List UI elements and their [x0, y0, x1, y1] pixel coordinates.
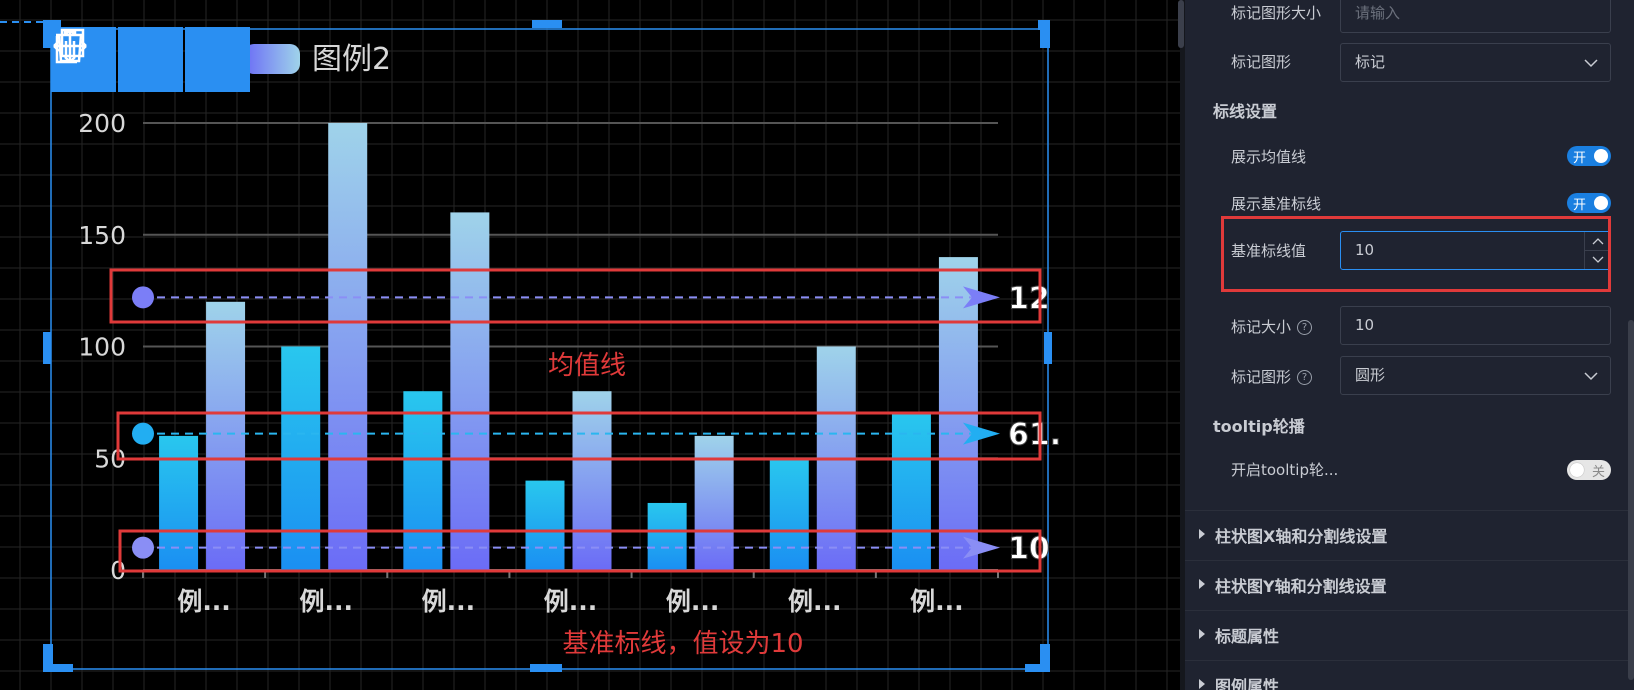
mark-shape-label: 标记图形: [1231, 368, 1292, 386]
chevron-down-icon: [1584, 372, 1598, 381]
collapse-y-axis[interactable]: 柱状图Y轴和分割线设置: [1185, 560, 1634, 608]
help-icon[interactable]: ?: [1297, 320, 1313, 335]
bar: [328, 123, 368, 570]
resize-handle: [1044, 332, 1052, 364]
mark-shape-value: 圆形: [1355, 366, 1386, 384]
markline-start-symbol: [132, 286, 154, 309]
legend-swatch: [244, 44, 300, 74]
bar: [450, 212, 490, 570]
show-avg-label: 展示均值线: [1231, 148, 1307, 166]
resize-handle: [1025, 664, 1050, 672]
x-tick-label: 例...: [299, 587, 353, 616]
x-tick-label: 例...: [666, 587, 720, 616]
collapse-label: 图例属性: [1215, 677, 1280, 690]
x-tick-label: 例...: [177, 587, 231, 616]
mark-size-input[interactable]: 10: [1340, 306, 1611, 345]
markline-value-label: 10: [1008, 532, 1050, 567]
resize-handle: [43, 332, 51, 364]
tooltip-enable-label: 开启tooltip轮...: [1231, 461, 1339, 479]
y-tick-label: 100: [78, 333, 126, 362]
show-base-label: 展示基准标线: [1231, 195, 1322, 213]
markline-start-symbol: [132, 422, 154, 445]
show-avg-toggle[interactable]: 开: [1567, 146, 1611, 166]
toggle-knob: [1570, 463, 1584, 477]
mark-size-label-wrap: 标记大小?: [1231, 316, 1313, 337]
resize-handle: [1040, 20, 1050, 48]
mark-shape-select[interactable]: 圆形: [1340, 356, 1611, 395]
mark-size-label: 标记大小: [1231, 318, 1292, 336]
markline-value-label: 61.: [1008, 418, 1061, 453]
caret-right-icon: [1199, 529, 1205, 539]
marker-shape-select[interactable]: 标记: [1340, 43, 1611, 82]
property-panel: 标记图形大小 请输入 标记图形 标记 标线设置 展示均值线 开 展示基准标线 开…: [1185, 0, 1634, 690]
delete-icon: [56, 29, 84, 63]
help-icon[interactable]: ?: [1297, 370, 1313, 385]
x-tick-label: 例...: [788, 587, 842, 616]
chevron-down-icon: [1584, 59, 1598, 68]
annotation-base-line: 基准标线，值设为10: [562, 629, 803, 659]
resize-handle: [532, 20, 562, 28]
marker-size-label: 标记图形大小: [1231, 4, 1322, 22]
x-tick-label: 例...: [544, 587, 598, 616]
resize-handle: [43, 664, 73, 672]
resize-handle: [530, 664, 562, 672]
component-toolbar: [51, 27, 250, 92]
bar: [525, 480, 565, 570]
x-tick-label: 例...: [910, 587, 964, 616]
toggle-off-text: 关: [1591, 465, 1605, 480]
markline-section-title: 标线设置: [1213, 102, 1278, 121]
bar: [403, 391, 443, 570]
collapse-legend[interactable]: 图例属性: [1185, 660, 1634, 690]
toggle-on-text: 开: [1573, 151, 1587, 166]
bar: [891, 413, 931, 570]
marker-shape-value: 标记: [1355, 53, 1386, 71]
highlight-base-value: [1221, 216, 1611, 292]
bar: [572, 391, 612, 570]
x-tick-label: 例...: [422, 587, 476, 616]
collapse-label: 柱状图Y轴和分割线设置: [1215, 577, 1387, 596]
collapse-x-axis[interactable]: 柱状图X轴和分割线设置: [1185, 510, 1634, 558]
canvas-area: 0 50 100 150 200 例... 例... 例... 例... 例... 例... 例...…: [0, 0, 1180, 690]
selection-frame: [50, 28, 1049, 670]
bar: [694, 435, 734, 570]
marker-size-input[interactable]: 请输入: [1340, 0, 1611, 33]
canvas-scrollbar-thumb[interactable]: [1178, 0, 1184, 48]
panel-scrollbar-thumb[interactable]: [1628, 320, 1634, 680]
annotation-avg-line: 均值线: [548, 351, 626, 381]
bar: [647, 502, 687, 570]
collapse-title[interactable]: 标题属性: [1185, 610, 1634, 658]
caret-right-icon: [1199, 679, 1205, 689]
bar-chart[interactable]: 050100150200例... 例... 例... 例... 例... 例... 例...…: [0, 0, 1180, 690]
y-tick-label: 150: [78, 221, 126, 250]
highlight-box: [109, 268, 1042, 324]
y-tick-label: 200: [78, 109, 126, 138]
toggle-knob: [1594, 149, 1608, 163]
mark-shape-label-wrap: 标记图形?: [1231, 366, 1313, 387]
show-base-toggle[interactable]: 开: [1567, 193, 1611, 213]
collapse-label: 柱状图X轴和分割线设置: [1215, 527, 1388, 546]
marker-shape-label: 标记图形: [1231, 53, 1292, 71]
collapse-label: 标题属性: [1215, 627, 1280, 646]
bar: [769, 458, 809, 570]
tooltip-enable-toggle[interactable]: 关: [1567, 460, 1611, 480]
bar: [159, 435, 199, 570]
markline-value-label: 12: [1008, 281, 1050, 316]
tooltip-section-title: tooltip轮播: [1213, 417, 1305, 436]
toggle-on-text: 开: [1573, 198, 1587, 213]
delete-button[interactable]: [56, 27, 250, 92]
caret-right-icon: [1199, 579, 1205, 589]
copy-button[interactable]: [55, 27, 183, 92]
markline-start-symbol: [132, 536, 154, 559]
legend-label: 图例2: [312, 42, 391, 77]
toggle-knob: [1594, 196, 1608, 210]
caret-right-icon: [1199, 629, 1205, 639]
